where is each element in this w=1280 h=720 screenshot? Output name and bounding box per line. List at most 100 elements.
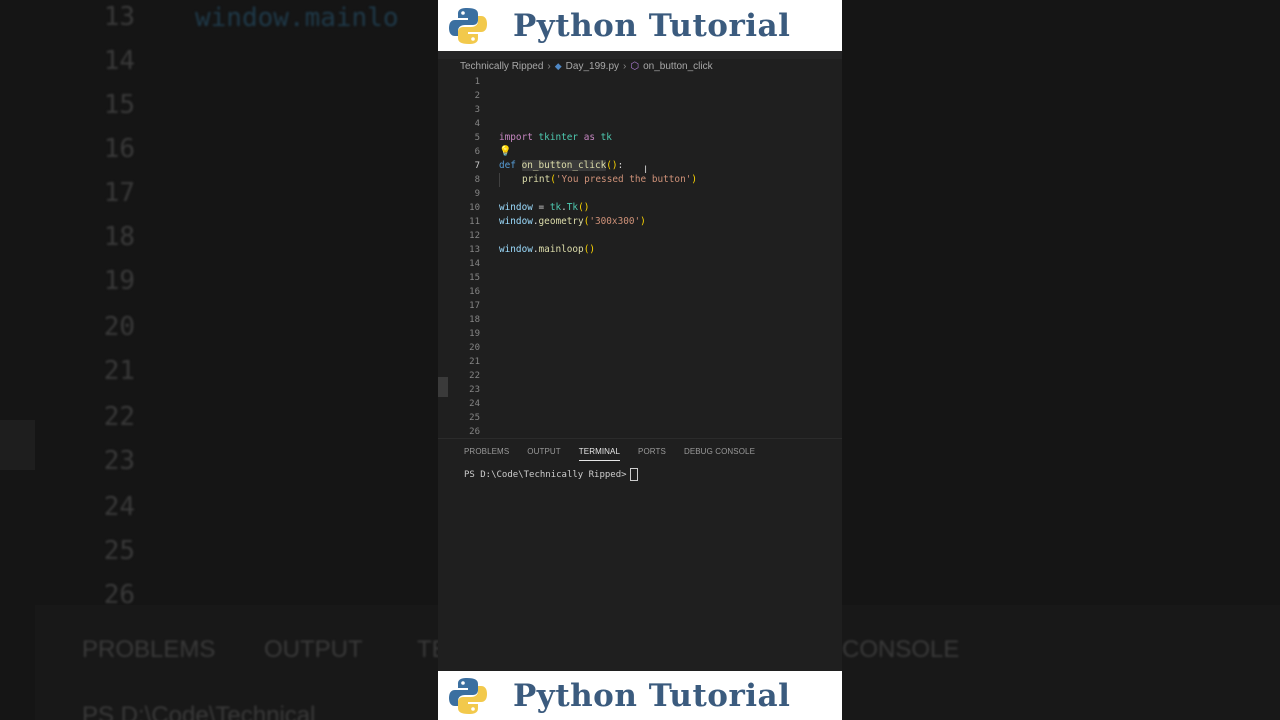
line-number: 19 bbox=[469, 329, 480, 339]
bg-line-number: 15 bbox=[103, 90, 135, 120]
breadcrumb-file[interactable]: Day_199.py bbox=[566, 61, 619, 72]
bg-line-number: 24 bbox=[103, 492, 135, 522]
code-line[interactable]: 11 window.geometry('300x300') bbox=[438, 215, 842, 229]
python-file-icon: ◆ bbox=[554, 61, 562, 71]
bg-line-number: 23 bbox=[103, 446, 135, 476]
tab-terminal[interactable]: TERMINAL bbox=[578, 447, 621, 461]
terminal-input[interactable]: PS D:\Code\Technically Ripped> bbox=[464, 468, 638, 481]
code-line[interactable]: 2 bbox=[438, 89, 842, 103]
indent-guide bbox=[499, 173, 500, 187]
bg-line-number: 21 bbox=[103, 356, 135, 386]
code-line[interactable]: 10 window = tk.Tk() bbox=[438, 201, 842, 215]
code-line[interactable]: 20 bbox=[438, 341, 842, 355]
method-symbol-icon: ⬡ bbox=[630, 61, 640, 72]
line-number: 2 bbox=[474, 91, 480, 101]
code-line[interactable]: 6 💡 bbox=[438, 145, 842, 159]
line-number: 14 bbox=[469, 259, 480, 269]
code-line[interactable]: 5 import tkinter as tk bbox=[438, 131, 842, 145]
bg-line-number: 13 bbox=[103, 2, 135, 32]
line-number: 13 bbox=[469, 245, 480, 255]
terminal-cursor bbox=[629, 468, 638, 481]
bg-line-number: 16 bbox=[103, 134, 135, 164]
tab-ports[interactable]: PORTS bbox=[638, 447, 666, 461]
code-line[interactable]: 21 bbox=[438, 355, 842, 369]
code-line[interactable]: 24 bbox=[438, 397, 842, 411]
line-number: 23 bbox=[469, 385, 480, 395]
code-line[interactable]: 18 bbox=[438, 313, 842, 327]
tab-debug-console[interactable]: DEBUG CONSOLE bbox=[684, 447, 755, 461]
code-def-line: def on_button_click(): bbox=[499, 160, 624, 171]
lightbulb-icon[interactable]: 💡 bbox=[499, 145, 511, 159]
banner-title: Python Tutorial bbox=[513, 7, 791, 44]
code-line[interactable]: 26 bbox=[438, 425, 842, 439]
code-line-active[interactable]: 7 def on_button_click(): bbox=[438, 159, 842, 173]
editor-tab-strip bbox=[438, 51, 842, 59]
line-number: 11 bbox=[469, 217, 480, 227]
python-logo-icon bbox=[449, 7, 487, 44]
line-number: 15 bbox=[469, 273, 480, 283]
line-number: 17 bbox=[469, 301, 480, 311]
code-line[interactable]: 19 bbox=[438, 327, 842, 341]
code-print-line: print('You pressed the button') bbox=[522, 174, 698, 185]
code-line[interactable]: 8 print('You pressed the button') bbox=[438, 173, 842, 187]
code-line[interactable]: 16 bbox=[438, 285, 842, 299]
bg-tab-console: CONSOLE bbox=[842, 636, 960, 663]
line-number: 5 bbox=[474, 133, 480, 143]
code-editor[interactable]: Technically Ripped › ◆ Day_199.py › ⬡ on… bbox=[438, 51, 842, 438]
line-number: 24 bbox=[469, 399, 480, 409]
code-line[interactable]: 22 bbox=[438, 369, 842, 383]
bg-line-number: 19 bbox=[103, 266, 135, 296]
line-number: 7 bbox=[474, 161, 480, 171]
line-number: 9 bbox=[474, 189, 480, 199]
breadcrumb-symbol[interactable]: on_button_click bbox=[643, 61, 713, 72]
line-number: 12 bbox=[469, 231, 480, 241]
bg-line-number: 18 bbox=[103, 222, 135, 252]
line-number: 3 bbox=[474, 105, 480, 115]
code-line[interactable]: 3 bbox=[438, 103, 842, 117]
text-cursor-icon: I bbox=[644, 164, 648, 176]
code-line[interactable]: 9 bbox=[438, 187, 842, 201]
line-number: 26 bbox=[469, 427, 480, 437]
code-line[interactable]: 14 bbox=[438, 257, 842, 271]
banner-title: Python Tutorial bbox=[513, 677, 791, 714]
terminal-prompt: PS D:\Code\Technically Ripped> bbox=[464, 469, 627, 480]
tab-problems[interactable]: PROBLEMS bbox=[464, 447, 509, 461]
code-line[interactable]: 17 bbox=[438, 299, 842, 313]
code-geometry-line: window.geometry('300x300') bbox=[499, 216, 646, 227]
code-line[interactable]: 23 bbox=[438, 383, 842, 397]
code-line[interactable]: 1 bbox=[438, 75, 842, 89]
code-mainloop-line: window.mainloop() bbox=[499, 244, 595, 255]
bg-line-number: 22 bbox=[103, 402, 135, 432]
line-number: 18 bbox=[469, 315, 480, 325]
chevron-right-icon: › bbox=[547, 61, 551, 72]
breadcrumb-folder[interactable]: Technically Ripped bbox=[460, 61, 543, 72]
code-line[interactable]: 15 bbox=[438, 271, 842, 285]
line-number: 10 bbox=[469, 203, 480, 213]
line-number: 4 bbox=[474, 119, 480, 129]
code-line[interactable]: 13 window.mainloop() bbox=[438, 243, 842, 257]
panel-tabs: PROBLEMS OUTPUT TERMINAL PORTS DEBUG CON… bbox=[464, 447, 755, 461]
line-number: 6 bbox=[474, 147, 480, 157]
breadcrumb: Technically Ripped › ◆ Day_199.py › ⬡ on… bbox=[460, 61, 713, 72]
bg-line-number: 17 bbox=[103, 178, 135, 208]
bg-line-number: 14 bbox=[103, 46, 135, 76]
bottom-banner: Python Tutorial bbox=[438, 671, 842, 720]
top-banner: Python Tutorial bbox=[438, 0, 842, 51]
bg-line-number: 25 bbox=[103, 536, 135, 566]
chevron-right-icon: › bbox=[623, 61, 627, 72]
background-code: window.mainlo bbox=[195, 3, 399, 33]
line-number: 25 bbox=[469, 413, 480, 423]
line-number: 1 bbox=[474, 77, 480, 87]
code-line[interactable]: 4 bbox=[438, 117, 842, 131]
line-number: 8 bbox=[474, 175, 480, 185]
bg-terminal-fragment: PS D:\Code\Technical bbox=[82, 702, 316, 720]
tab-output[interactable]: OUTPUT bbox=[527, 447, 561, 461]
bg-tab-problems: PROBLEMS bbox=[82, 636, 216, 663]
code-line[interactable]: 25 bbox=[438, 411, 842, 425]
line-number: 16 bbox=[469, 287, 480, 297]
bg-tab-output: OUTPUT bbox=[264, 636, 363, 663]
bg-line-number: 20 bbox=[103, 312, 135, 342]
code-line[interactable]: 12 bbox=[438, 229, 842, 243]
line-number: 20 bbox=[469, 343, 480, 353]
line-number: 22 bbox=[469, 371, 480, 381]
